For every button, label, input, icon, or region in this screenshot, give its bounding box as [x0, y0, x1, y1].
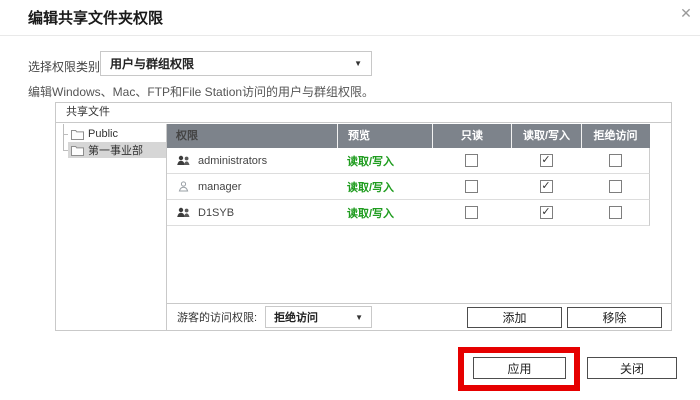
- table-header-row: 权限 预览 只读 读取/写入 拒绝访问: [167, 124, 650, 148]
- guest-access-dropdown[interactable]: 拒绝访问 ▼: [265, 306, 373, 328]
- read-only-checkbox[interactable]: ✓: [465, 154, 478, 167]
- column-header-read-only: 只读: [432, 124, 511, 148]
- read-write-checkbox[interactable]: ✓: [539, 206, 553, 219]
- edit-shared-folder-permissions-dialog: 编辑共享文件夹权限 ✕ 选择权限类别: 用户与群组权限 ▼ 编辑Windows、…: [0, 0, 700, 400]
- group-icon: [176, 207, 191, 218]
- dialog-title: 编辑共享文件夹权限: [28, 10, 164, 27]
- preview-value: 读取/写入: [347, 181, 395, 194]
- tree-item-label: Public: [88, 128, 118, 140]
- tree-item-label: 第一事业部: [88, 145, 143, 157]
- close-button[interactable]: 关闭: [587, 357, 677, 379]
- permission-name-cell: administrators: [167, 155, 337, 167]
- guest-access-label: 游客的访问权限:: [177, 312, 258, 324]
- close-icon[interactable]: ✕: [677, 4, 695, 22]
- deny-access-checkbox[interactable]: ✓: [608, 154, 622, 167]
- user-icon: [176, 181, 191, 192]
- column-header-permission: 权限: [176, 130, 198, 142]
- tree-item-dept1[interactable]: 第一事业部: [63, 142, 166, 158]
- read-only-checkbox[interactable]: ✓: [465, 206, 478, 219]
- shared-folders-panel: 共享文件 Public 第一事业部 权限 预览 只读 读取/写入 拒绝访问 ad…: [55, 102, 672, 331]
- folder-icon: [71, 129, 84, 140]
- column-header-deny-access: 拒绝访问: [581, 124, 649, 148]
- read-write-checkbox[interactable]: ✓: [539, 154, 553, 167]
- deny-access-checkbox[interactable]: ✓: [608, 206, 622, 219]
- group-icon: [176, 155, 191, 166]
- column-header-read-write: 读取/写入: [511, 124, 581, 148]
- read-write-checkbox[interactable]: ✓: [539, 180, 553, 193]
- folder-tree: Public 第一事业部: [56, 124, 167, 330]
- chevron-down-icon: ▼: [355, 312, 364, 322]
- table-row: D1SYB 读取/写入 ✓ ✓ ✓: [167, 200, 650, 226]
- guest-access-bar: 游客的访问权限: 拒绝访问 ▼ 添加 移除: [167, 303, 671, 330]
- tree-item-public[interactable]: Public: [63, 126, 166, 142]
- panel-body: Public 第一事业部 权限 预览 只读 读取/写入 拒绝访问 adminis…: [56, 124, 671, 330]
- table-empty-area: [167, 226, 671, 303]
- preview-value: 读取/写入: [347, 207, 395, 220]
- permission-type-description: 编辑Windows、Mac、FTP和File Station访问的用户与群组权限…: [28, 85, 375, 99]
- remove-button[interactable]: 移除: [567, 306, 662, 328]
- member-name: administrators: [198, 154, 268, 167]
- permission-type-dropdown[interactable]: 用户与群组权限 ▼: [100, 51, 372, 76]
- column-header-preview: 预览: [337, 124, 432, 148]
- table-row: manager 读取/写入 ✓ ✓ ✓: [167, 174, 650, 200]
- permissions-table: 权限 预览 只读 读取/写入 拒绝访问 administrators 读取/写入: [167, 124, 671, 330]
- permission-type-value: 用户与群组权限: [110, 57, 195, 71]
- preview-value: 读取/写入: [347, 155, 395, 168]
- member-name: manager: [198, 180, 242, 193]
- read-only-checkbox[interactable]: ✓: [465, 180, 478, 193]
- permission-name-cell: manager: [167, 181, 337, 193]
- add-button[interactable]: 添加: [467, 306, 562, 328]
- title-divider: [0, 35, 700, 36]
- deny-access-checkbox[interactable]: ✓: [608, 180, 622, 193]
- permission-name-cell: D1SYB: [167, 207, 337, 219]
- panel-title: 共享文件: [56, 103, 671, 123]
- folder-icon: [71, 145, 84, 156]
- permission-type-label: 选择权限类别:: [28, 60, 104, 74]
- chevron-down-icon: ▼: [354, 59, 362, 68]
- guest-access-value: 拒绝访问: [274, 312, 319, 324]
- member-name: D1SYB: [198, 206, 235, 219]
- tree-connector-line: [63, 124, 64, 151]
- table-row: administrators 读取/写入 ✓ ✓ ✓: [167, 148, 650, 174]
- apply-button[interactable]: 应用: [473, 357, 566, 379]
